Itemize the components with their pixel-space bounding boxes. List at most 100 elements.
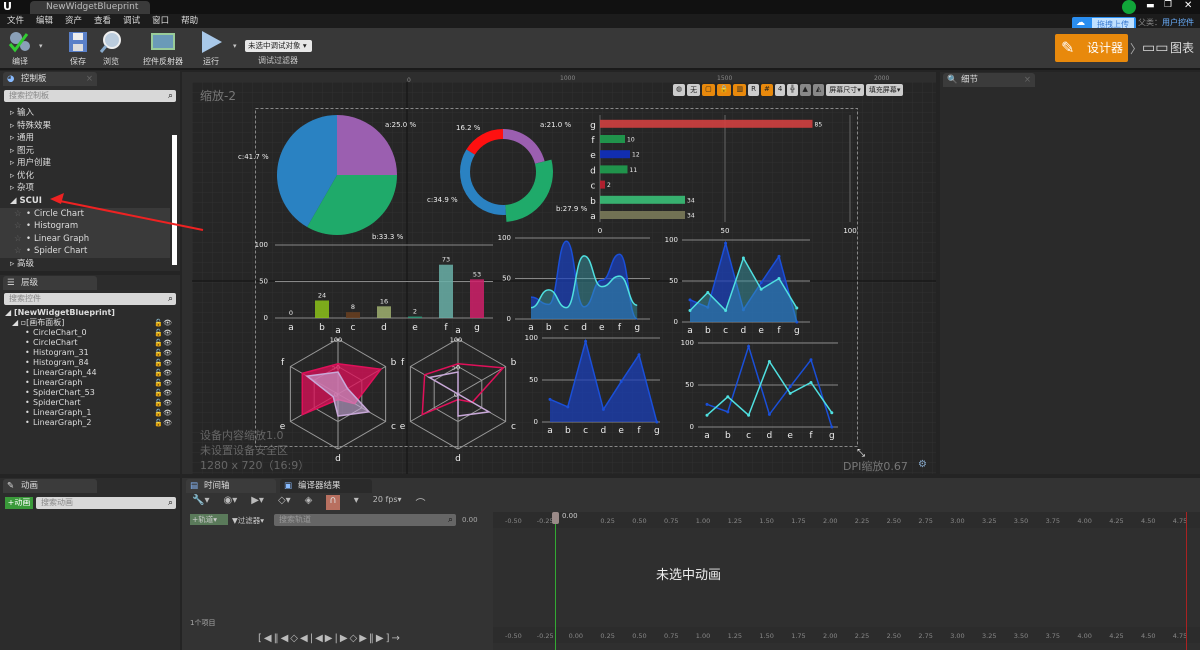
track-search-input[interactable]: 搜索轨道 ⌕ (274, 514, 456, 526)
tree-item[interactable]: • LinearGraph_2 🔓👁 (0, 418, 180, 428)
palette-category-effects[interactable]: ▹ 特殊效果 (0, 120, 170, 133)
step-forward-icon[interactable]: |▶ (334, 633, 349, 644)
browse-button[interactable]: 浏览 (97, 30, 125, 67)
animation-search-input[interactable]: 搜索动画 ⌕ (36, 497, 176, 509)
animation-tab[interactable]: ✎ 动画 (3, 479, 97, 493)
lock-eye-icons[interactable]: 🔓👁 (154, 358, 172, 368)
flip-icon[interactable]: ◭ (812, 84, 825, 96)
localization-button[interactable]: 无 (687, 84, 701, 96)
tree-item[interactable]: • LinearGraph 🔓👁 (0, 378, 180, 388)
tree-item[interactable]: • LinearGraph_1 🔓👁 (0, 408, 180, 418)
tree-item[interactable]: • Histogram_31 🔓👁 (0, 348, 180, 358)
curve-icon[interactable]: ⌒ (416, 495, 426, 510)
tree-item[interactable]: • LinearGraph_44 🔓👁 (0, 368, 180, 378)
next-key-icon[interactable]: ◇▶ (350, 633, 369, 644)
menu-edit[interactable]: 编辑 (36, 14, 53, 28)
lock-icon[interactable]: 🔒 (716, 84, 732, 96)
tree-item[interactable]: • CircleChart 🔓👁 (0, 338, 180, 348)
hierarchy-tab[interactable]: ☰ 层级 (3, 276, 97, 290)
palette-category-primitive[interactable]: ▹ 图元 (0, 145, 170, 158)
dpi-settings-icon[interactable]: ⚙ (918, 459, 927, 470)
lock-eye-icons[interactable]: 🔓👁 (154, 338, 172, 348)
jump-end-icon[interactable]: ‖▶ (369, 633, 386, 644)
menu-help[interactable]: 帮助 (181, 14, 198, 28)
end-marker[interactable] (1186, 512, 1187, 650)
palette-tab[interactable]: ◕ 控制板 × (3, 72, 97, 86)
lock-eye-icons[interactable]: 🔓👁 (154, 398, 172, 408)
run-button[interactable]: 运行 (198, 30, 224, 67)
playhead-line[interactable] (555, 512, 556, 650)
compile-dropdown-icon[interactable]: ▾ (39, 42, 43, 50)
filter-dropdown[interactable]: ▼过滤器▾ (232, 515, 264, 526)
snap-dropdown-icon[interactable]: ▾ (354, 495, 359, 510)
resize-handle-icon[interactable]: ⤡ (857, 448, 865, 459)
palette-category-user-created[interactable]: ▹ 用户创建 (0, 157, 170, 170)
step-back-icon[interactable]: ◀| (300, 633, 315, 644)
document-tab[interactable]: NewWidgetBlueprint (30, 1, 150, 14)
lock-eye-icons[interactable]: 🔓👁 (154, 378, 172, 388)
fps-dropdown[interactable]: 20 fps▾ (373, 495, 402, 510)
close-tab-icon[interactable]: × (86, 72, 93, 86)
lock-eye-icons[interactable]: 🔓👁 (154, 318, 172, 328)
wrench-icon[interactable]: 🔧▾ (192, 495, 209, 510)
close-button[interactable]: ✕ (1184, 0, 1192, 11)
debug-object-dropdown[interactable]: 未选中调试对象 ▾ (245, 40, 312, 52)
palette-item-spider-chart[interactable]: ☆ • Spider Chart (0, 245, 170, 258)
star-icon[interactable]: ☆ (14, 220, 22, 233)
tree-item[interactable]: • Histogram_84 🔓👁 (0, 358, 180, 368)
transform-icon[interactable]: ╬ (787, 84, 798, 96)
menu-debug[interactable]: 调试 (123, 14, 140, 28)
timeline-ruler-top[interactable]: -0.50 -0.25 0.25 0.50 0.75 1.00 1.25 1.50 1.75 2.… (493, 512, 1200, 528)
lock-eye-icons[interactable]: 🔓👁 (154, 388, 172, 398)
fill-screen-dropdown[interactable]: 填充屏幕▾ (865, 84, 904, 96)
lock-eye-icons[interactable]: 🔓👁 (154, 418, 172, 428)
menu-view[interactable]: 查看 (94, 14, 111, 28)
snap-icon[interactable]: ∩ (326, 495, 340, 510)
lock-eye-icons[interactable]: 🔓👁 (154, 368, 172, 378)
eye-icon[interactable]: ◉▾ (223, 495, 237, 510)
globe-icon[interactable]: ◍ (673, 84, 686, 96)
image-icon[interactable]: ▲ (799, 84, 811, 96)
menu-window[interactable]: 窗口 (152, 14, 169, 28)
timeline-ruler-bottom[interactable]: -0.50 -0.25 0.00 0.25 0.50 0.75 1.00 1.25 1.50 1.… (493, 627, 1200, 643)
keyframe-icon[interactable]: ◈ (305, 495, 313, 510)
menu-asset[interactable]: 资产 (65, 14, 82, 28)
compile-button[interactable]: 编译 (5, 30, 35, 67)
minimize-button[interactable]: ▬ (1146, 1, 1155, 11)
play-options-icon[interactable]: ▶▾ (251, 495, 264, 510)
star-icon[interactable]: ☆ (14, 233, 22, 246)
grid-icon[interactable]: # (760, 84, 773, 96)
layout-icon[interactable]: ▥ (733, 84, 747, 96)
graph-button[interactable]: ▭▭ 图表 (1142, 34, 1194, 62)
close-tab-icon[interactable]: × (1024, 73, 1031, 87)
jump-start-icon[interactable]: ◀‖ (264, 633, 281, 644)
palette-category-input[interactable]: ▹ 输入 (0, 107, 170, 120)
add-track-button[interactable]: +轨道▾ (190, 514, 228, 525)
palette-category-optimization[interactable]: ▹ 优化 (0, 170, 170, 183)
add-animation-button[interactable]: +动画 (5, 497, 33, 509)
play-icon[interactable]: ▶ (325, 633, 335, 644)
palette-category-common[interactable]: ▹ 通用 (0, 132, 170, 145)
palette-category-advanced[interactable]: ▹ 高级 (0, 258, 170, 271)
widget-reflector-button[interactable]: 控件反射器 (138, 30, 188, 67)
play-reverse-icon[interactable]: ◀ (315, 633, 325, 644)
maximize-button[interactable]: ❐ (1164, 0, 1172, 10)
designer-button[interactable]: ✎ 设计器 (1055, 34, 1128, 62)
save-button[interactable]: 保存 (64, 30, 92, 67)
lock-eye-icons[interactable]: 🔓👁 (154, 348, 172, 358)
star-icon[interactable]: ☆ (14, 208, 22, 221)
palette-search-input[interactable]: 搜索控制板 ⌕ (4, 90, 176, 102)
parent-class-link[interactable]: 用户控件 (1162, 18, 1194, 27)
status-icon[interactable] (1122, 0, 1136, 14)
key-icon[interactable]: ◇▾ (278, 495, 291, 510)
designer-canvas[interactable]: a:25.0 % b:33.3 % c:41.7 % a:21.0 % b:27.9 %… (182, 72, 936, 474)
timeline-tab[interactable]: ▤ 时间轴 (186, 479, 276, 493)
loop-icon[interactable]: → (392, 633, 402, 644)
screen-size-dropdown[interactable]: 屏幕尺寸▾ (826, 84, 864, 96)
tree-root[interactable]: ◢ [NewWidgetBlueprint] (0, 308, 180, 318)
lock-eye-icons[interactable]: 🔓👁 (154, 328, 172, 338)
tree-canvas-panel[interactable]: ◢ ▫[画布面板] 🔓👁 (0, 318, 180, 328)
outline-toggle-icon[interactable]: ▢ (702, 84, 715, 96)
tree-item[interactable]: • CircleChart_0 🔓👁 (0, 328, 180, 338)
respect-locks-button[interactable]: R (748, 84, 759, 96)
